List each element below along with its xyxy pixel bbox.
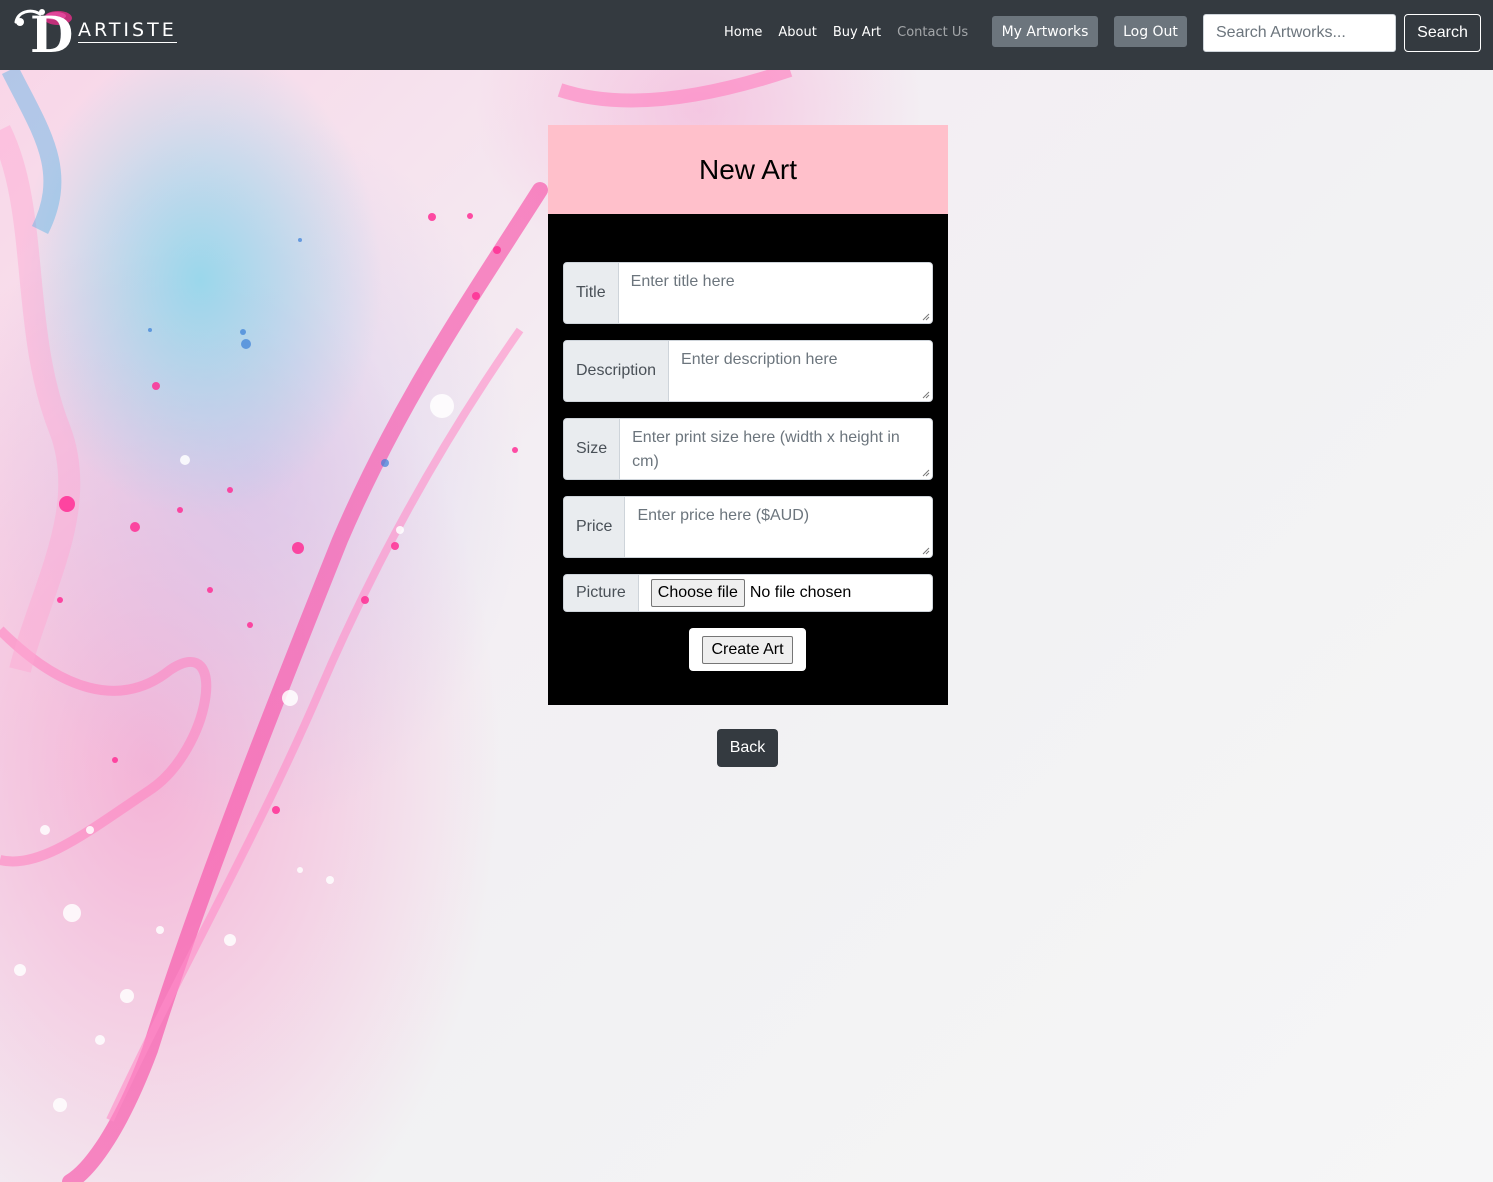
nav-link-about[interactable]: About (770, 24, 824, 42)
resize-grip-icon[interactable] (922, 391, 930, 399)
description-field-group: Description (563, 340, 933, 402)
create-art-button[interactable]: Create Art (702, 635, 793, 664)
price-field-group: Price (563, 496, 933, 558)
nav-link-buy-art[interactable]: Buy Art (825, 24, 889, 42)
title-field-group: Title (563, 262, 933, 324)
resize-grip-icon[interactable] (922, 469, 930, 477)
description-input[interactable] (669, 341, 932, 401)
search-input[interactable] (1203, 14, 1396, 52)
resize-grip-icon[interactable] (922, 313, 930, 321)
file-status: No file chosen (749, 584, 852, 601)
picture-file-input[interactable]: Choose file No file chosen (639, 575, 932, 611)
title-input[interactable] (618, 263, 932, 323)
size-input[interactable] (620, 419, 932, 479)
price-input[interactable] (625, 497, 932, 557)
page-title: New Art (698, 153, 798, 185)
picture-label: Picture (564, 575, 639, 611)
create-art-wrapper: Create Art (689, 628, 806, 671)
new-art-form: Title Description Size Price Picture Cho… (548, 214, 948, 705)
brand-name: ARTISTE (78, 19, 177, 43)
size-label: Size (564, 419, 621, 479)
resize-grip-icon[interactable] (922, 547, 930, 555)
brand-letter: D (30, 5, 74, 64)
price-label: Price (564, 497, 626, 557)
logout-button[interactable]: Log Out (1114, 16, 1187, 47)
nav-links: Home About Buy Art Contact Us (716, 24, 976, 42)
new-art-card-header: New Art (548, 125, 948, 214)
title-label: Title (564, 263, 619, 323)
back-button[interactable]: Back (717, 729, 778, 767)
brand-logo[interactable]: D ARTISTE (12, 6, 182, 60)
size-field-group: Size (563, 418, 933, 480)
my-artworks-button[interactable]: My Artworks (992, 16, 1098, 47)
nav-link-home[interactable]: Home (716, 24, 770, 42)
search-button[interactable]: Search (1404, 14, 1481, 52)
description-label: Description (564, 341, 670, 401)
choose-file-button[interactable]: Choose file (650, 579, 745, 607)
top-navbar: D ARTISTE Home About Buy Art Contact Us … (0, 0, 1493, 70)
nav-link-contact-us[interactable]: Contact Us (889, 24, 976, 42)
picture-field-group: Picture Choose file No file chosen (563, 574, 933, 612)
